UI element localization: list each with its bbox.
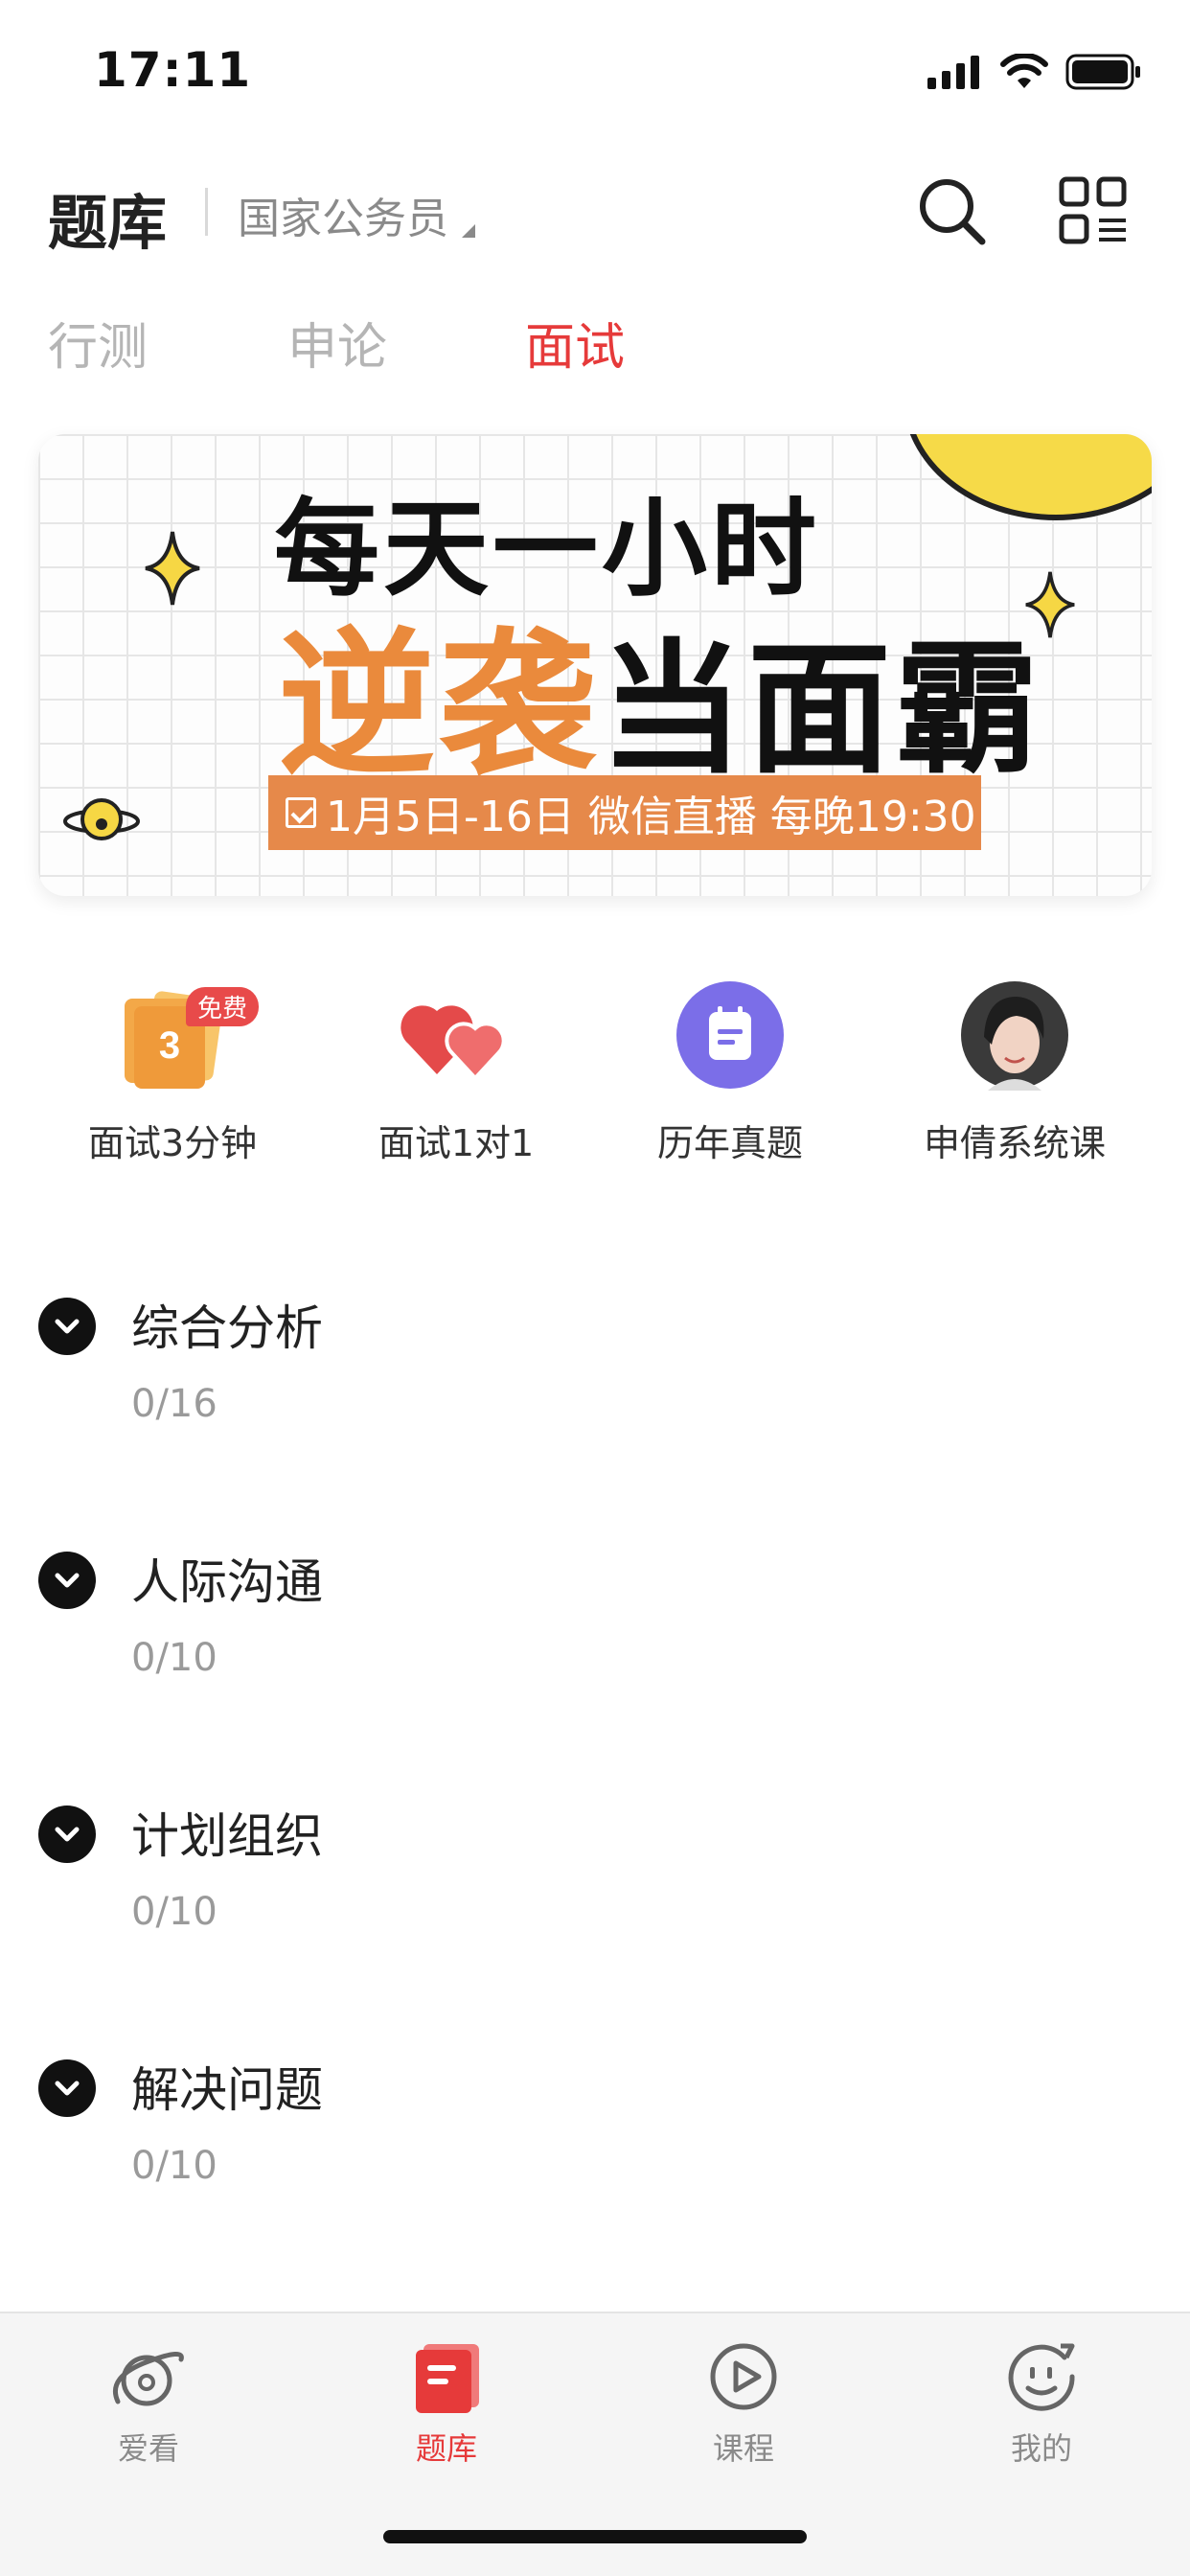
calendar-graphic (676, 981, 784, 1089)
teacher-avatar (957, 978, 1072, 1092)
nav-label: 我的 (1010, 2430, 1072, 2467)
category-title: 计划组织 (131, 1808, 323, 1864)
banner-slogan: 逆袭当面霸 (278, 578, 1042, 805)
cards-icon: 3 免费 (115, 978, 259, 1092)
quick-action-label: 面试3分钟 (87, 1122, 258, 1164)
banner-schedule-tag: 1月5日-16日 微信直播 每晚19:30 (268, 775, 981, 850)
status-bar: 17:11 (0, 0, 1190, 144)
hearts-icon (399, 978, 514, 1092)
grid-menu-icon (1059, 176, 1127, 244)
grid-menu-button[interactable] (1059, 176, 1128, 245)
nav-item-aikan[interactable]: 爱看 (53, 2338, 244, 2469)
banner-highlight-text: 逆袭 (278, 613, 601, 796)
battery-icon (1065, 54, 1140, 90)
quick-action-interview-3min[interactable]: 3 免费 面试3分钟 (48, 978, 297, 1166)
nav-item-kecheng[interactable]: 课程 (648, 2338, 839, 2469)
chevron-down-icon[interactable] (38, 1806, 96, 1863)
status-time: 17:11 (94, 42, 252, 98)
cards-number: 3 (159, 1024, 180, 1067)
planet-decoration-icon (63, 798, 140, 840)
hearts-graphic (400, 1005, 506, 1081)
subject-tabs: 行测 申论 面试 (0, 307, 1190, 393)
category-item[interactable]: 人际沟通 0/10 (0, 1552, 1190, 1743)
tab-mianshi[interactable]: 面试 (525, 307, 625, 379)
sparkle-icon (145, 531, 200, 606)
chevron-down-icon[interactable] (38, 1552, 96, 1609)
calendar-icon (673, 978, 788, 1092)
category-item[interactable]: 计划组织 0/10 (0, 1806, 1190, 1997)
exam-type-label: 国家公务员 (238, 195, 448, 243)
signal-icon (927, 56, 979, 89)
home-indicator[interactable] (383, 2530, 807, 2543)
page-title: 题库 (48, 188, 168, 258)
play-icon (705, 2338, 782, 2415)
category-title: 解决问题 (131, 2062, 323, 2118)
header-divider (205, 188, 208, 236)
wifi-icon (1000, 54, 1048, 88)
quick-action-past-papers[interactable]: 历年真题 (606, 978, 855, 1166)
chevron-down-icon[interactable] (38, 1298, 96, 1355)
nav-label: 课程 (712, 2430, 774, 2467)
category-progress: 0/10 (131, 1890, 217, 1934)
search-icon (920, 179, 986, 245)
avatar-graphic (961, 981, 1068, 1091)
status-icons (926, 54, 1142, 90)
quick-action-system-course[interactable]: 申倩系统课 (890, 978, 1139, 1166)
category-item[interactable]: 综合分析 0/16 (0, 1298, 1190, 1489)
nav-label: 爱看 (117, 2430, 179, 2467)
face-icon (1003, 2338, 1080, 2415)
nav-item-tiku[interactable]: 题库 (351, 2338, 542, 2469)
free-badge: 免费 (185, 987, 259, 1026)
category-progress: 0/10 (131, 2144, 217, 2188)
quick-action-label: 历年真题 (656, 1122, 803, 1164)
tab-xingce[interactable]: 行测 (48, 307, 148, 379)
planet-icon (110, 2338, 187, 2415)
search-button[interactable] (915, 174, 988, 247)
chevron-down-icon[interactable] (38, 2059, 96, 2117)
header: 题库 国家公务员 (0, 163, 1190, 259)
quick-actions: 3 免费 面试3分钟 面试1对1 历年真题 申倩系统课 (0, 978, 1190, 1188)
nav-item-wode[interactable]: 我的 (946, 2338, 1137, 2469)
banner-corner-decoration (903, 434, 1152, 520)
category-title: 人际沟通 (131, 1554, 323, 1610)
quick-action-label: 申倩系统课 (923, 1122, 1106, 1164)
category-item[interactable]: 解决问题 0/10 (0, 2059, 1190, 2251)
caret-down-icon (462, 224, 475, 238)
category-title: 综合分析 (131, 1300, 323, 1356)
category-progress: 0/10 (131, 1636, 217, 1680)
promo-banner[interactable]: 每天一小时 逆袭当面霸 1月5日-16日 微信直播 每晚19:30 (38, 434, 1152, 896)
nav-label: 题库 (415, 2430, 477, 2467)
exam-type-selector[interactable]: 国家公务员 (238, 184, 475, 245)
quick-action-interview-1on1[interactable]: 面试1对1 (332, 978, 581, 1166)
checkbox-icon (286, 797, 316, 828)
quick-action-label: 面试1对1 (378, 1122, 535, 1164)
category-progress: 0/16 (131, 1382, 217, 1426)
book-icon (408, 2338, 485, 2415)
banner-rest-text: 当面霸 (600, 627, 1043, 794)
tab-shenlun[interactable]: 申论 (287, 307, 387, 379)
banner-schedule-text: 1月5日-16日 微信直播 每晚19:30 (326, 793, 976, 841)
